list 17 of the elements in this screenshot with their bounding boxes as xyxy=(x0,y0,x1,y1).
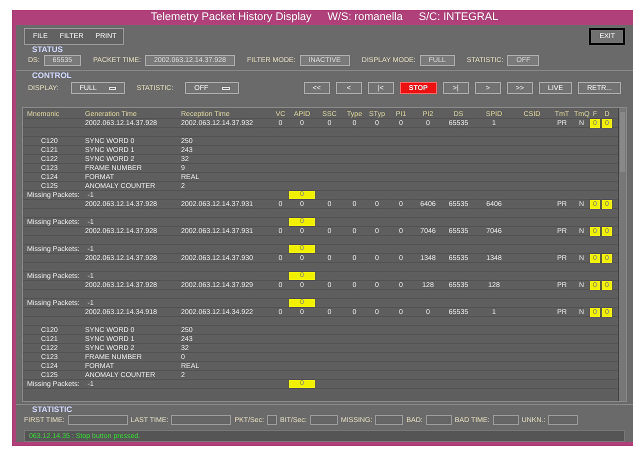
readout-field xyxy=(267,415,278,426)
readout-field xyxy=(310,415,338,426)
option-indicator-icon xyxy=(108,86,116,90)
workstation-label: W/S: romanella xyxy=(328,12,403,22)
spacecraft-label: S/C: INTEGRAL xyxy=(418,12,498,22)
readout-field xyxy=(548,415,578,426)
readout-field xyxy=(68,415,128,426)
readout-field xyxy=(492,415,519,426)
readout-field xyxy=(426,415,452,426)
window-title: Telemetry Packet History Display xyxy=(150,12,312,22)
section-title: STATUS xyxy=(32,44,63,54)
section-title: CONTROL xyxy=(32,71,72,80)
option-indicator-icon xyxy=(222,86,230,90)
readout-field xyxy=(375,415,404,426)
readout-field xyxy=(171,415,232,426)
scrollbar[interactable] xyxy=(618,108,626,401)
section-title: STATISTIC xyxy=(32,404,72,414)
